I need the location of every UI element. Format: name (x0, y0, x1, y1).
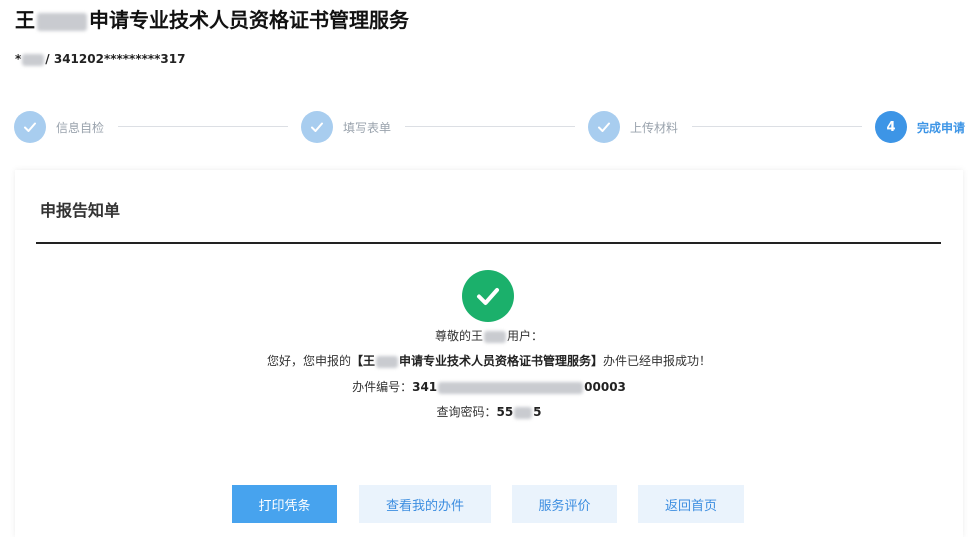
step-upload: 上传材料 (588, 110, 678, 144)
success-notice: 您好，您申报的【王 申请专业技术人员资格证书管理服务】办件已经申报成功！ (15, 352, 963, 370)
id-prefix: * (15, 52, 22, 66)
notice-prefix: 您好，您申报的 (266, 354, 351, 368)
step-label: 填写表单 (343, 120, 392, 135)
page-title: 王 申请专业技术人员资格证书管理服务 (15, 6, 409, 34)
password-suffix: 5 (533, 405, 542, 419)
redacted-name (376, 355, 398, 368)
step-label: 完成申请 (917, 120, 966, 135)
redacted-case-number (438, 381, 584, 394)
greeting-suffix: 用户： (507, 329, 544, 343)
view-my-cases-button[interactable]: 查看我的办件 (359, 485, 491, 523)
case-no-suffix: 00003 (584, 380, 626, 394)
redacted-password (514, 406, 533, 419)
password-label: 查询密码： (436, 405, 497, 419)
step-complete: 4 完成申请 (875, 110, 965, 144)
applicant-id-line: * / 341202*********317 (15, 50, 185, 68)
check-icon (14, 111, 46, 143)
step-fill-form: 填写表单 (301, 110, 391, 144)
success-check-icon (462, 270, 514, 322)
title-prefix: 王 (15, 8, 35, 32)
step-info-check: 信息自检 (14, 110, 104, 144)
notice-suffix: 办件已经申报成功！ (603, 354, 712, 368)
step-number: 4 (875, 111, 907, 143)
notice-card: 申报告知单 尊敬的王 用户： 您好，您申报的【王 申请专业技术人员资格证书管理服务】… (15, 170, 963, 537)
return-home-button[interactable]: 返回首页 (638, 485, 744, 523)
print-receipt-button[interactable]: 打印凭条 (232, 485, 337, 523)
case-number: 办件编号：341 00003 (15, 378, 963, 396)
notice-item-prefix: 【王 (350, 354, 375, 368)
redacted-name (484, 330, 506, 343)
greeting: 尊敬的王 用户： (15, 327, 963, 345)
step-connector (405, 126, 575, 127)
greeting-prefix: 尊敬的王 (434, 329, 483, 343)
notice-item-suffix: 申请专业技术人员资格证书管理服务】 (399, 354, 604, 368)
step-label: 上传材料 (630, 120, 679, 135)
progress-steps: 信息自检 填写表单 上传材料 4 完成申请 (0, 110, 980, 144)
check-icon (301, 111, 333, 143)
card-title: 申报告知单 (40, 201, 121, 220)
title-suffix: 申请专业技术人员资格证书管理服务 (89, 8, 409, 32)
check-icon (588, 111, 620, 143)
case-no-label: 办件编号： (352, 380, 413, 394)
step-label: 信息自检 (56, 120, 105, 135)
id-number: / 341202*********317 (45, 52, 186, 66)
query-password: 查询密码：55 5 (15, 403, 963, 421)
redacted-name (37, 12, 87, 31)
redacted-id (22, 53, 45, 66)
step-connector (118, 126, 288, 127)
service-evaluation-button[interactable]: 服务评价 (512, 485, 617, 523)
password-prefix: 55 (496, 405, 514, 419)
case-no-prefix: 341 (412, 380, 438, 394)
divider (36, 242, 941, 244)
step-connector (692, 126, 862, 127)
